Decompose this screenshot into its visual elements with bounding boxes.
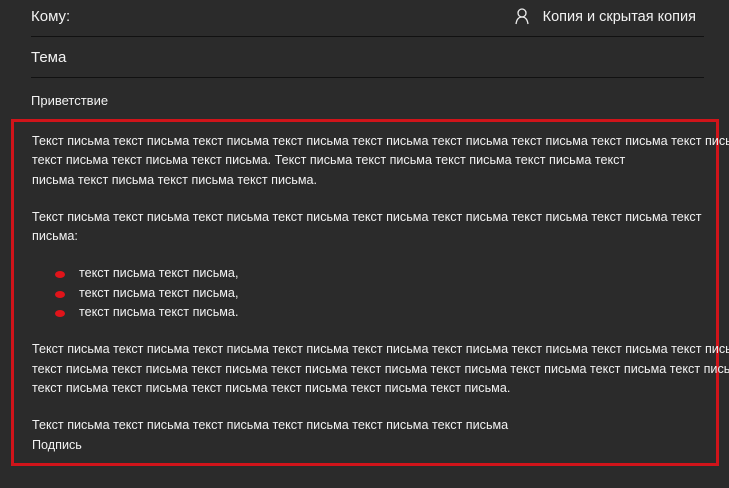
body-line: Текст письма текст письма текст письма т…: [32, 134, 729, 148]
subject-field[interactable]: Тема: [31, 37, 704, 78]
subject-placeholder: Тема: [31, 49, 67, 66]
to-label: Кому:: [31, 8, 71, 25]
body-line: Текст письма текст письма текст письма т…: [32, 342, 729, 357]
bullet-icon: [55, 290, 65, 298]
signature: Подпись: [32, 437, 82, 452]
cc-bcc-label: Копия и скрытая копия: [542, 8, 696, 25]
bullet-icon: [55, 310, 65, 318]
bullet-icon: [55, 271, 65, 279]
list-item: текст письма текст письма.: [32, 303, 716, 322]
message-body[interactable]: Текст письма текст письма текст письма т…: [11, 119, 729, 466]
body-line: Текст письма текст письма текст письма т…: [32, 209, 702, 224]
body-line: текст письма текст письма текст письма. …: [32, 153, 626, 168]
list-item: текст письма текст письма,: [32, 264, 716, 283]
greeting-text: Приветствие: [31, 93, 109, 108]
person-icon: [514, 8, 529, 25]
body-line: текст письма текст письма текст письма т…: [32, 380, 511, 395]
body-line: Текст письма текст письма текст письма т…: [32, 418, 509, 433]
body-line: письма:: [32, 229, 78, 244]
body-line: текст письма текст письма текст письма т…: [32, 361, 729, 376]
list-item: текст письма текст письма,: [32, 284, 716, 303]
body-line: письма текст письма текст письма текст п…: [32, 172, 318, 187]
cc-bcc-button[interactable]: Копия и скрытая копия: [514, 8, 696, 25]
to-field[interactable]: Кому: Копия и скрытая копия: [31, 0, 704, 37]
